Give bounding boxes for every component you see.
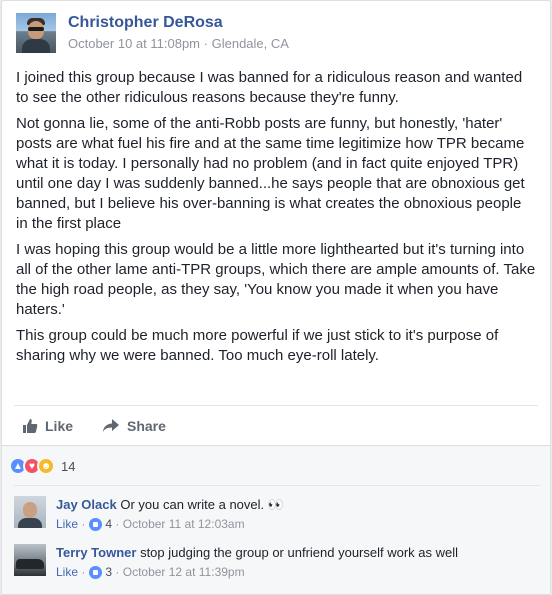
comment-meta: Like · 4 · October 11 at 12:03am	[56, 517, 245, 531]
post-paragraph: I joined this group because I was banned…	[16, 69, 523, 106]
comment-time[interactable]: October 12 at 11:39pm	[123, 565, 245, 579]
comment-text-line: Jay Olack Or you can write a novel. 👀	[56, 497, 284, 513]
divider	[14, 405, 538, 406]
post-paragraph: I was hoping this group would be a littl…	[16, 241, 536, 318]
like-label: Like	[45, 418, 74, 434]
post-meta: October 10 at 11:08pm · Glendale, CA	[68, 36, 289, 51]
meta-separator: ·	[81, 517, 86, 531]
like-button[interactable]: Like	[22, 411, 73, 441]
meta-separator: ·	[203, 36, 208, 51]
comment-time[interactable]: October 11 at 12:03am	[123, 517, 245, 531]
meta-separator: ·	[115, 517, 120, 531]
commenter-name[interactable]: Jay Olack	[56, 497, 117, 512]
comment-like-link[interactable]: Like	[56, 517, 78, 531]
comment-like-count[interactable]: 3	[105, 565, 112, 579]
author-avatar[interactable]	[16, 13, 56, 53]
share-label: Share	[127, 418, 166, 434]
post-location[interactable]: Glendale, CA	[212, 36, 289, 51]
commenter-avatar[interactable]	[14, 496, 46, 528]
meta-separator: ·	[81, 565, 86, 579]
comment-like-link[interactable]: Like	[56, 565, 78, 579]
thumbs-up-icon	[23, 419, 38, 433]
commenter-name[interactable]: Terry Towner	[56, 545, 136, 560]
comment-like-count[interactable]: 4	[105, 517, 112, 531]
meta-separator: ·	[115, 565, 120, 579]
post-body: I joined this group because I was banned…	[16, 68, 536, 372]
comment-meta: Like · 3 · October 12 at 11:39pm	[56, 565, 245, 579]
comment-text: stop judging the group or unfriend yours…	[140, 545, 459, 560]
commenter-avatar[interactable]	[14, 544, 46, 576]
like-count-icon	[89, 565, 103, 579]
post-card: Christopher DeRosa October 10 at 11:08pm…	[1, 0, 551, 595]
haha-reaction-icon: ☻	[37, 457, 55, 475]
like-count-icon	[89, 517, 103, 531]
author-name[interactable]: Christopher DeRosa	[68, 14, 223, 32]
reactions-summary[interactable]: ▲ ♥ ☻ 14	[9, 455, 75, 477]
post-date[interactable]: October 10 at 11:08pm	[68, 36, 200, 51]
share-icon	[103, 419, 119, 432]
share-button[interactable]: Share	[102, 411, 166, 441]
post-paragraph: Not gonna lie, some of the anti-Robb pos…	[16, 115, 525, 232]
comment-text-line: Terry Towner stop judging the group or u…	[56, 545, 458, 560]
divider	[14, 485, 540, 486]
reaction-count[interactable]: 14	[61, 459, 75, 474]
comments-section: ▲ ♥ ☻ 14 Jay Olack Or you can write a no…	[2, 445, 550, 594]
post-paragraph: This group could be much more powerful i…	[16, 327, 499, 364]
comment-text: Or you can write a novel. 👀	[120, 497, 284, 512]
